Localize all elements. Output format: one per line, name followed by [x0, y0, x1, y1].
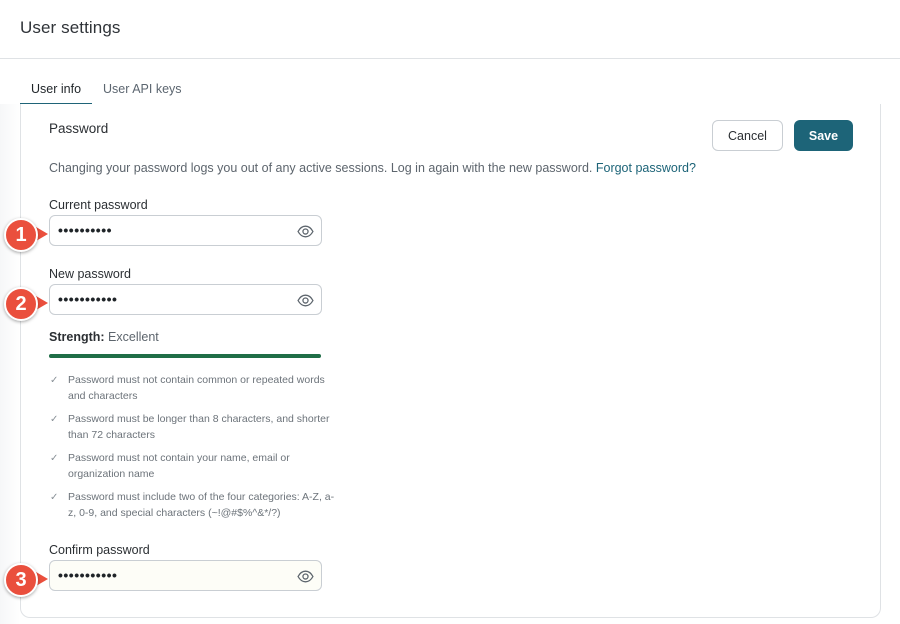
section-title: Password	[49, 121, 109, 136]
save-button[interactable]: Save	[794, 120, 853, 151]
eye-icon[interactable]	[297, 568, 314, 585]
page-title: User settings	[20, 18, 121, 37]
new-password-value: •••••••••••	[58, 291, 118, 307]
current-password-label: Current password	[49, 198, 148, 212]
rule-item: ✓ Password must be longer than 8 characte…	[49, 412, 339, 443]
strength-indicator: Strength: Excellent	[49, 330, 159, 344]
confirm-password-label: Confirm password	[49, 543, 150, 557]
callout-badge-2: 2	[4, 287, 38, 321]
title-divider	[0, 58, 900, 59]
callout-badge-1: 1	[4, 218, 38, 252]
strength-bar-fill	[49, 354, 321, 358]
strength-value: Excellent	[108, 330, 159, 344]
current-password-value: ••••••••••	[58, 222, 113, 238]
confirm-password-value: •••••••••••	[58, 567, 118, 583]
tab-user-info[interactable]: User info	[20, 76, 93, 105]
new-password-field[interactable]: •••••••••••	[49, 284, 322, 315]
password-rules: ✓ Password must not contain common or rep…	[49, 373, 339, 529]
check-icon: ✓	[50, 414, 59, 425]
password-card	[20, 104, 881, 618]
rule-item: ✓ Password must include two of the four c…	[49, 490, 339, 521]
callout-badge-3: 3	[4, 563, 38, 597]
check-icon: ✓	[50, 375, 59, 386]
check-icon: ✓	[50, 453, 59, 464]
rule-text: Password must be longer than 8 character…	[68, 413, 330, 441]
cancel-button[interactable]: Cancel	[712, 120, 783, 151]
rule-item: ✓ Password must not contain your name, em…	[49, 451, 339, 482]
rule-text: Password must not contain common or repe…	[68, 374, 325, 402]
tab-user-api-keys[interactable]: User API keys	[92, 76, 193, 105]
rule-item: ✓ Password must not contain common or rep…	[49, 373, 339, 404]
check-icon: ✓	[50, 492, 59, 503]
forgot-password-link[interactable]: Forgot password?	[596, 161, 696, 175]
strength-bar	[49, 354, 321, 358]
rule-text: Password must include two of the four ca…	[68, 491, 335, 519]
eye-icon[interactable]	[297, 292, 314, 309]
confirm-password-field[interactable]: •••••••••••	[49, 560, 322, 591]
password-info-text: Changing your password logs you out of a…	[49, 161, 593, 175]
current-password-field[interactable]: ••••••••••	[49, 215, 322, 246]
left-shadow	[0, 104, 20, 624]
tab-bar: User info User API keys	[20, 76, 193, 105]
eye-icon[interactable]	[297, 223, 314, 240]
rule-text: Password must not contain your name, ema…	[68, 452, 290, 480]
password-info: Changing your password logs you out of a…	[49, 161, 696, 175]
strength-label: Strength:	[49, 330, 105, 344]
new-password-label: New password	[49, 267, 131, 281]
